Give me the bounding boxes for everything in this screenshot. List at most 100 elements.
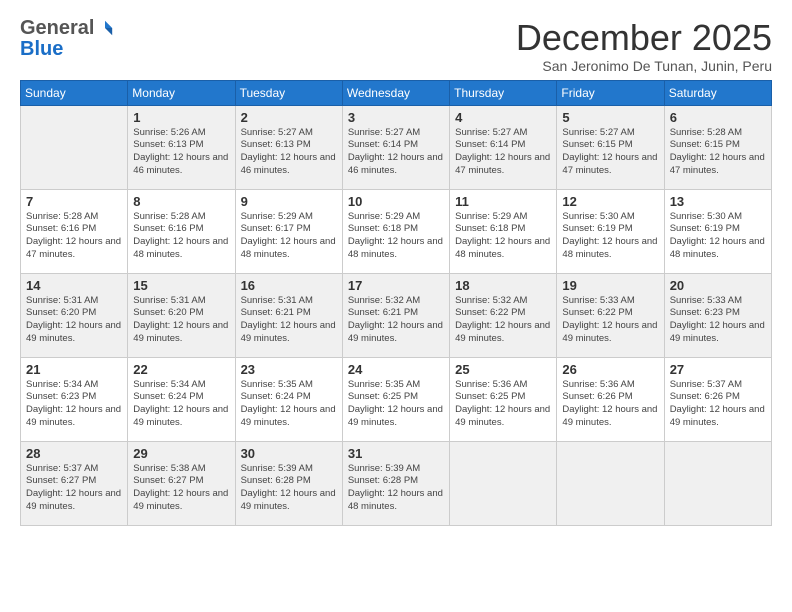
day-info: Sunrise: 5:28 AMSunset: 6:16 PMDaylight:… bbox=[26, 211, 122, 262]
day-info: Sunrise: 5:39 AMSunset: 6:28 PMDaylight:… bbox=[241, 463, 337, 514]
day-info: Sunrise: 5:27 AMSunset: 6:15 PMDaylight:… bbox=[562, 127, 658, 178]
day-info: Sunrise: 5:35 AMSunset: 6:25 PMDaylight:… bbox=[348, 379, 444, 430]
day-info: Sunrise: 5:37 AMSunset: 6:26 PMDaylight:… bbox=[670, 379, 766, 430]
table-row: 15 Sunrise: 5:31 AMSunset: 6:20 PMDayligh… bbox=[128, 273, 235, 357]
day-info: Sunrise: 5:27 AMSunset: 6:14 PMDaylight:… bbox=[348, 127, 444, 178]
day-number: 8 bbox=[133, 194, 229, 209]
table-row: 17Sunrise: 5:32 AMSunset: 6:21 PMDayligh… bbox=[342, 273, 449, 357]
header-wednesday: Wednesday bbox=[342, 80, 449, 105]
day-number: 12 bbox=[562, 194, 658, 209]
day-info: Sunrise: 5:28 AMSunset: 6:15 PMDaylight:… bbox=[670, 127, 766, 178]
table-row: 2 Sunrise: 5:27 AMSunset: 6:13 PMDaylight… bbox=[235, 105, 342, 189]
day-info: Sunrise: 5:38 AMSunset: 6:27 PMDaylight:… bbox=[133, 463, 229, 514]
table-row: 19 Sunrise: 5:33 AMSunset: 6:22 PMDayligh… bbox=[557, 273, 664, 357]
day-info: Sunrise: 5:29 AMSunset: 6:18 PMDaylight:… bbox=[455, 211, 551, 262]
day-info: Sunrise: 5:33 AMSunset: 6:22 PMDaylight:… bbox=[562, 295, 658, 346]
table-row: 9 Sunrise: 5:29 AMSunset: 6:17 PMDaylight… bbox=[235, 189, 342, 273]
month-title: December 2025 bbox=[516, 18, 772, 58]
day-number: 6 bbox=[670, 110, 766, 125]
day-info: Sunrise: 5:29 AMSunset: 6:17 PMDaylight:… bbox=[241, 211, 337, 262]
page: General Blue December 2025 San Jeronimo … bbox=[0, 0, 792, 612]
day-number: 27 bbox=[670, 362, 766, 377]
day-info: Sunrise: 5:36 AMSunset: 6:26 PMDaylight:… bbox=[562, 379, 658, 430]
calendar-week-row: 1 Sunrise: 5:26 AMSunset: 6:13 PMDaylight… bbox=[21, 105, 772, 189]
header-friday: Friday bbox=[557, 80, 664, 105]
table-row: 26Sunrise: 5:36 AMSunset: 6:26 PMDayligh… bbox=[557, 357, 664, 441]
logo: General Blue bbox=[20, 18, 114, 61]
day-number: 14 bbox=[26, 278, 122, 293]
calendar-week-row: 28Sunrise: 5:37 AMSunset: 6:27 PMDayligh… bbox=[21, 441, 772, 525]
calendar-week-row: 7Sunrise: 5:28 AMSunset: 6:16 PMDaylight… bbox=[21, 189, 772, 273]
day-number: 17 bbox=[348, 278, 444, 293]
table-row: 5 Sunrise: 5:27 AMSunset: 6:15 PMDaylight… bbox=[557, 105, 664, 189]
day-number: 29 bbox=[133, 446, 229, 461]
day-info: Sunrise: 5:34 AMSunset: 6:24 PMDaylight:… bbox=[133, 379, 229, 430]
table-row: 20 Sunrise: 5:33 AMSunset: 6:23 PMDayligh… bbox=[664, 273, 771, 357]
table-row bbox=[450, 441, 557, 525]
day-number: 20 bbox=[670, 278, 766, 293]
table-row: 29 Sunrise: 5:38 AMSunset: 6:27 PMDayligh… bbox=[128, 441, 235, 525]
day-number: 3 bbox=[348, 110, 444, 125]
table-row: 8Sunrise: 5:28 AMSunset: 6:16 PMDaylight… bbox=[128, 189, 235, 273]
day-info: Sunrise: 5:33 AMSunset: 6:23 PMDaylight:… bbox=[670, 295, 766, 346]
header-saturday: Saturday bbox=[664, 80, 771, 105]
table-row: 6 Sunrise: 5:28 AMSunset: 6:15 PMDaylight… bbox=[664, 105, 771, 189]
day-number: 25 bbox=[455, 362, 551, 377]
logo-blue: Blue bbox=[20, 38, 63, 60]
day-info: Sunrise: 5:37 AMSunset: 6:27 PMDaylight:… bbox=[26, 463, 122, 514]
day-number: 16 bbox=[241, 278, 337, 293]
day-number: 10 bbox=[348, 194, 444, 209]
table-row: 12 Sunrise: 5:30 AMSunset: 6:19 PMDayligh… bbox=[557, 189, 664, 273]
day-info: Sunrise: 5:31 AMSunset: 6:20 PMDaylight:… bbox=[133, 295, 229, 346]
day-number: 13 bbox=[670, 194, 766, 209]
day-info: Sunrise: 5:29 AMSunset: 6:18 PMDaylight:… bbox=[348, 211, 444, 262]
day-number: 15 bbox=[133, 278, 229, 293]
table-row: 13Sunrise: 5:30 AMSunset: 6:19 PMDayligh… bbox=[664, 189, 771, 273]
day-number: 22 bbox=[133, 362, 229, 377]
table-row bbox=[664, 441, 771, 525]
table-row: 21 Sunrise: 5:34 AMSunset: 6:23 PMDayligh… bbox=[21, 357, 128, 441]
day-number: 21 bbox=[26, 362, 122, 377]
day-info: Sunrise: 5:35 AMSunset: 6:24 PMDaylight:… bbox=[241, 379, 337, 430]
table-row: 27 Sunrise: 5:37 AMSunset: 6:26 PMDayligh… bbox=[664, 357, 771, 441]
header-monday: Monday bbox=[128, 80, 235, 105]
subtitle: San Jeronimo De Tunan, Junin, Peru bbox=[516, 58, 772, 74]
day-number: 11 bbox=[455, 194, 551, 209]
day-info: Sunrise: 5:31 AMSunset: 6:21 PMDaylight:… bbox=[241, 295, 337, 346]
day-number: 1 bbox=[133, 110, 229, 125]
calendar-week-row: 14 Sunrise: 5:31 AMSunset: 6:20 PMDayligh… bbox=[21, 273, 772, 357]
day-number: 5 bbox=[562, 110, 658, 125]
table-row: 3 Sunrise: 5:27 AMSunset: 6:14 PMDaylight… bbox=[342, 105, 449, 189]
calendar-header-row: Sunday Monday Tuesday Wednesday Thursday… bbox=[21, 80, 772, 105]
day-info: Sunrise: 5:30 AMSunset: 6:19 PMDaylight:… bbox=[562, 211, 658, 262]
table-row bbox=[21, 105, 128, 189]
day-number: 19 bbox=[562, 278, 658, 293]
table-row: 30 Sunrise: 5:39 AMSunset: 6:28 PMDayligh… bbox=[235, 441, 342, 525]
day-info: Sunrise: 5:27 AMSunset: 6:13 PMDaylight:… bbox=[241, 127, 337, 178]
day-info: Sunrise: 5:34 AMSunset: 6:23 PMDaylight:… bbox=[26, 379, 122, 430]
day-info: Sunrise: 5:27 AMSunset: 6:14 PMDaylight:… bbox=[455, 127, 551, 178]
table-row: 28Sunrise: 5:37 AMSunset: 6:27 PMDayligh… bbox=[21, 441, 128, 525]
day-number: 9 bbox=[241, 194, 337, 209]
day-number: 30 bbox=[241, 446, 337, 461]
day-number: 23 bbox=[241, 362, 337, 377]
table-row: 18Sunrise: 5:32 AMSunset: 6:22 PMDayligh… bbox=[450, 273, 557, 357]
table-row: 14Sunrise: 5:31 AMSunset: 6:20 PMDayligh… bbox=[21, 273, 128, 357]
day-info: Sunrise: 5:26 AMSunset: 6:13 PMDaylight:… bbox=[133, 127, 229, 178]
header-sunday: Sunday bbox=[21, 80, 128, 105]
title-block: December 2025 San Jeronimo De Tunan, Jun… bbox=[516, 18, 772, 74]
day-number: 4 bbox=[455, 110, 551, 125]
table-row: 22 Sunrise: 5:34 AMSunset: 6:24 PMDayligh… bbox=[128, 357, 235, 441]
day-number: 24 bbox=[348, 362, 444, 377]
logo-icon bbox=[96, 19, 114, 37]
table-row: 31 Sunrise: 5:39 AMSunset: 6:28 PMDayligh… bbox=[342, 441, 449, 525]
table-row: 11 Sunrise: 5:29 AMSunset: 6:18 PMDayligh… bbox=[450, 189, 557, 273]
table-row: 1 Sunrise: 5:26 AMSunset: 6:13 PMDaylight… bbox=[128, 105, 235, 189]
table-row: 23 Sunrise: 5:35 AMSunset: 6:24 PMDayligh… bbox=[235, 357, 342, 441]
day-number: 2 bbox=[241, 110, 337, 125]
day-number: 31 bbox=[348, 446, 444, 461]
table-row: 7Sunrise: 5:28 AMSunset: 6:16 PMDaylight… bbox=[21, 189, 128, 273]
header: General Blue December 2025 San Jeronimo … bbox=[20, 18, 772, 74]
day-info: Sunrise: 5:39 AMSunset: 6:28 PMDaylight:… bbox=[348, 463, 444, 514]
calendar: Sunday Monday Tuesday Wednesday Thursday… bbox=[20, 80, 772, 526]
